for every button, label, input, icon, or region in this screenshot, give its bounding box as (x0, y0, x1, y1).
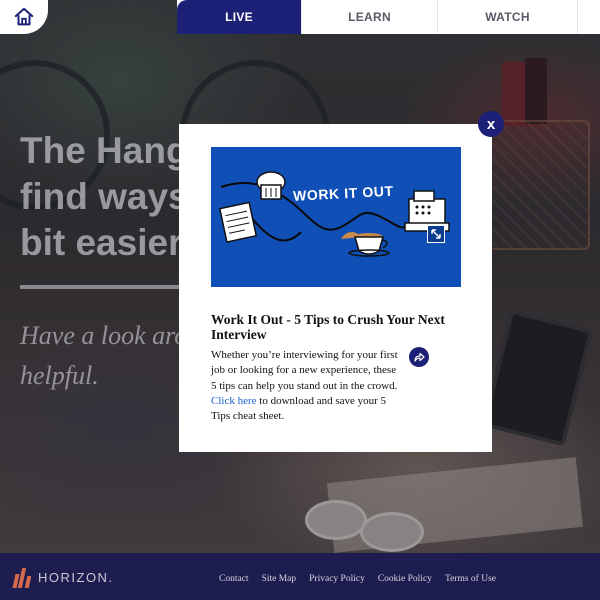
footer-link-cookie-policy[interactable]: Cookie Policy (378, 574, 432, 584)
modal-banner-image[interactable]: WORK IT OUT (211, 147, 461, 287)
footer-link-contact[interactable]: Contact (219, 574, 249, 584)
home-icon (14, 7, 34, 26)
tab-learn[interactable]: LEARN (301, 0, 437, 34)
modal-body: Whether you’re interviewing for your fir… (211, 348, 401, 424)
modal-body-text: Whether you’re interviewing for your fir… (211, 349, 398, 392)
expand-icon[interactable] (427, 225, 445, 243)
tab-overflow (577, 0, 600, 34)
footer: HORIZON. Contact Site Map Privacy Policy… (0, 553, 600, 600)
modal-title: Work It Out - 5 Tips to Crush Your Next … (211, 312, 445, 342)
logo-mark-icon (12, 566, 32, 588)
close-button[interactable]: x (478, 111, 504, 137)
top-tabs: LIVE LEARN WATCH (177, 0, 600, 34)
work-it-out-illustration (218, 171, 450, 257)
tab-watch[interactable]: WATCH (437, 0, 577, 34)
tab-live[interactable]: LIVE (177, 0, 301, 34)
click-here-link[interactable]: Click here (211, 395, 257, 407)
share-icon (414, 352, 425, 362)
footer-link-privacy-policy[interactable]: Privacy Policy (309, 574, 365, 584)
footer-link-terms-of-use[interactable]: Terms of Use (445, 574, 496, 584)
footer-links: Contact Site Map Privacy Policy Cookie P… (219, 574, 496, 584)
logo-text: HORIZON. (38, 569, 114, 585)
footer-link-site-map[interactable]: Site Map (262, 574, 297, 584)
share-button[interactable] (409, 347, 429, 367)
horizon-logo[interactable]: HORIZON. (12, 566, 114, 588)
modal-dialog: WORK IT OUT Work It Out - 5 Tips to Crus… (179, 124, 492, 452)
